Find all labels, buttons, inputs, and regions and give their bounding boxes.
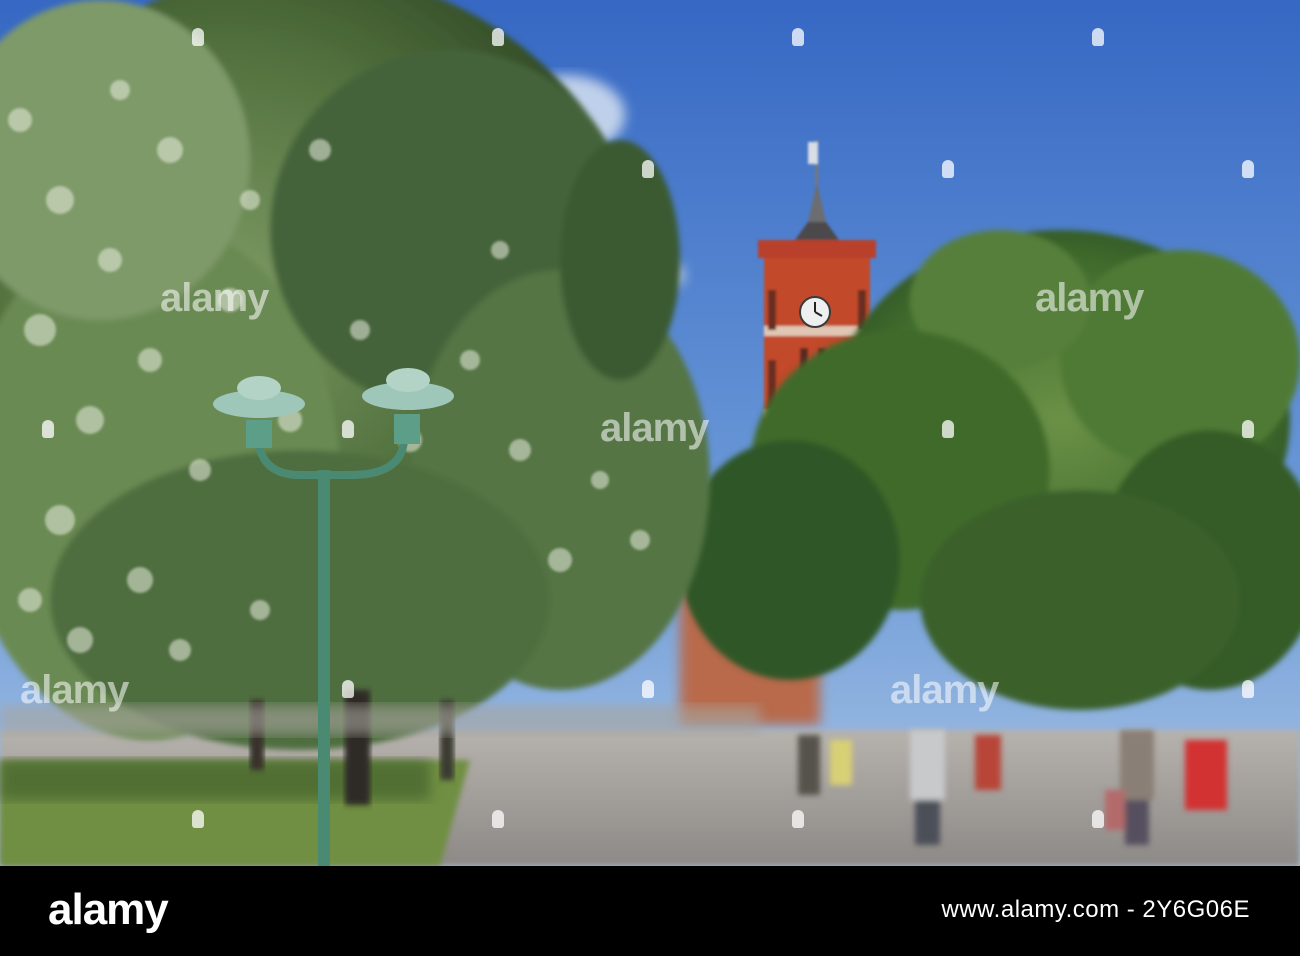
- image-id: www.alamy.com - 2Y6G06E: [941, 896, 1250, 923]
- watermark: alamy: [600, 406, 709, 450]
- watermark-dot: [192, 810, 204, 828]
- watermark-dot: [792, 28, 804, 46]
- watermark-dot: [1092, 28, 1104, 46]
- watermark-dot: [192, 28, 204, 46]
- watermark-dot: [1092, 810, 1104, 828]
- watermark-dot: [792, 810, 804, 828]
- watermark-dot: [942, 160, 954, 178]
- watermark-dot: [642, 160, 654, 178]
- watermark-dot: [42, 420, 54, 438]
- watermark: alamy: [160, 276, 269, 320]
- footer-bar: alamy www.alamy.com - 2Y6G06E: [0, 866, 1300, 956]
- watermark-dot: [1242, 160, 1254, 178]
- watermark-dot: [1242, 420, 1254, 438]
- watermark-dot: [342, 680, 354, 698]
- photo: alamy alamy alamy alamy alamy: [0, 0, 1300, 866]
- footer-logo: alamy: [48, 885, 169, 934]
- watermark-dot: [492, 810, 504, 828]
- watermark-dot: [492, 28, 504, 46]
- watermark-dot: [1242, 680, 1254, 698]
- watermark-dot: [642, 680, 654, 698]
- watermark: alamy: [20, 668, 129, 712]
- watermark-dot: [942, 420, 954, 438]
- watermark-dot: [342, 420, 354, 438]
- watermark: alamy: [890, 668, 999, 712]
- watermark: alamy: [1035, 276, 1144, 320]
